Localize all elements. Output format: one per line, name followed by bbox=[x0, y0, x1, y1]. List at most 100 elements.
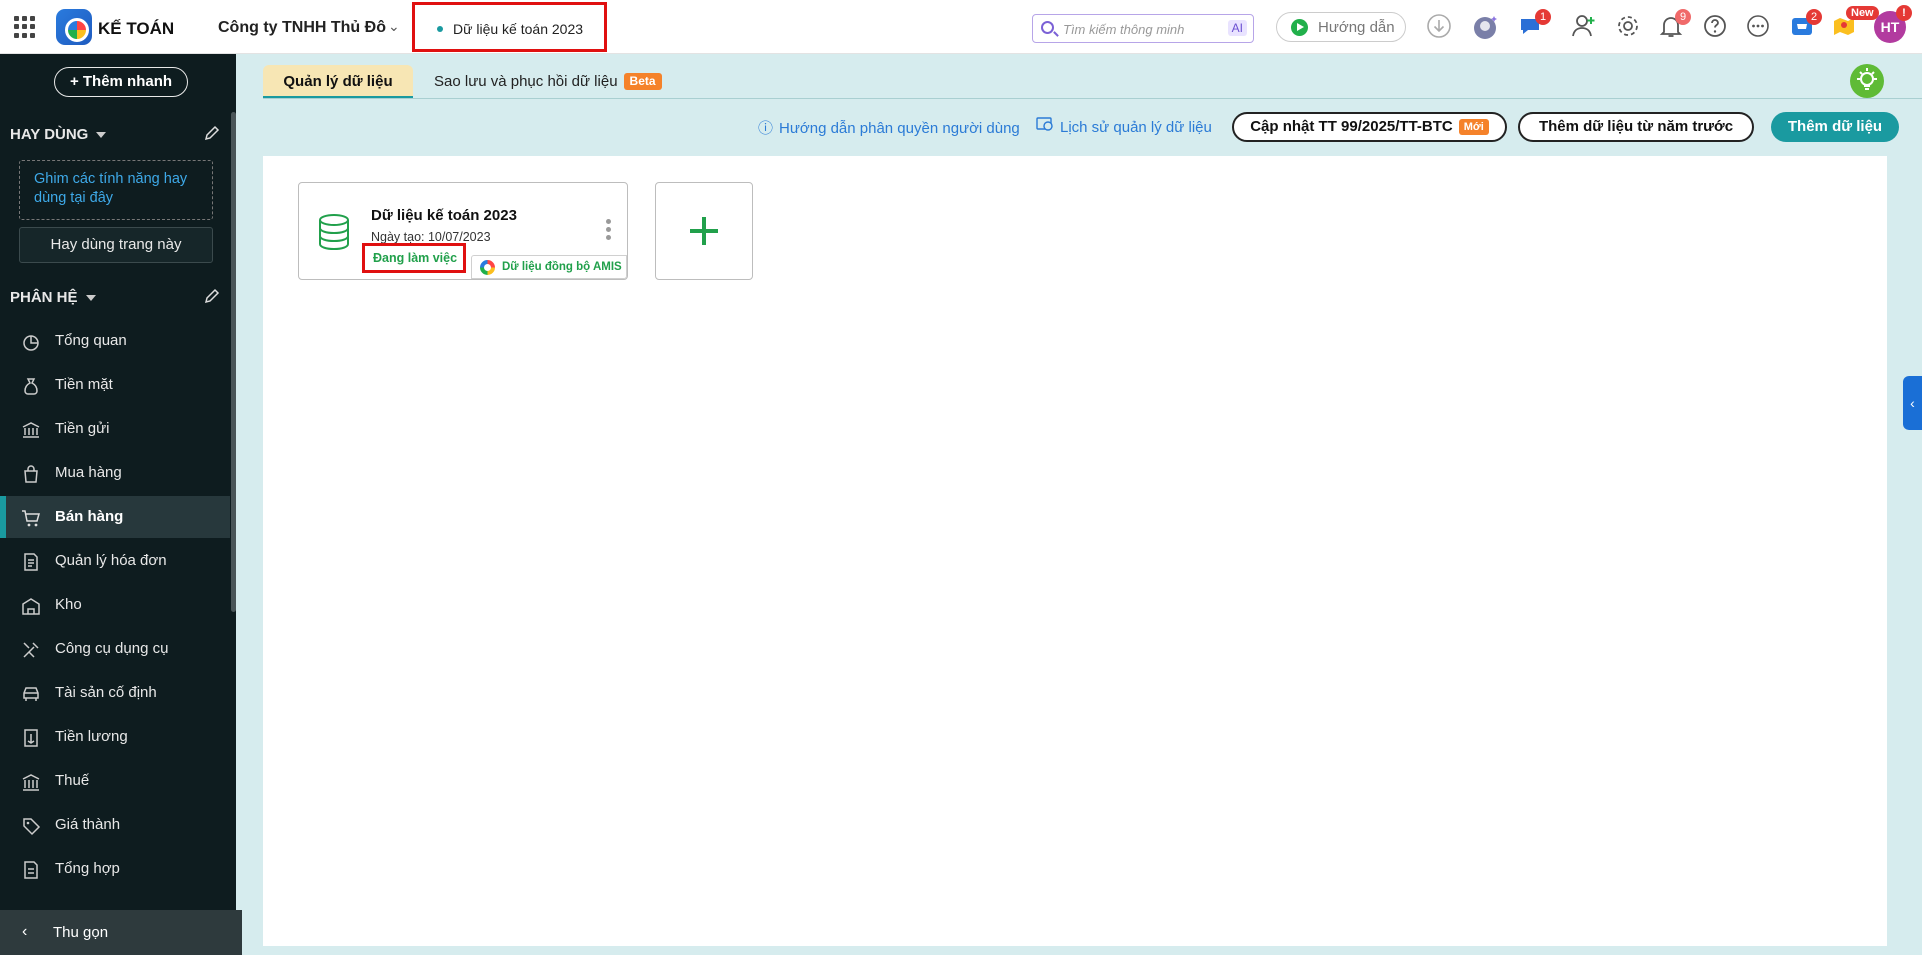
new-tag: Mới bbox=[1458, 119, 1489, 135]
sidebar-item-label: Tiền gửi bbox=[55, 420, 110, 437]
sidebar-item-warehouse[interactable]: Kho bbox=[0, 584, 230, 626]
history-icon bbox=[1036, 117, 1054, 136]
chevron-down-icon[interactable]: ⌄ bbox=[388, 18, 400, 35]
company-selector[interactable]: Công ty TNHH Thủ Đô bbox=[218, 19, 386, 37]
edit-pencil-icon[interactable] bbox=[203, 287, 221, 305]
caret-down-icon bbox=[96, 132, 107, 139]
modules-title: PHÂN HỆ bbox=[10, 289, 78, 306]
sidebar-item-label: Giá thành bbox=[55, 816, 121, 833]
permission-guide-link[interactable]: ⓘ Hướng dẫn phân quyền người dùng bbox=[758, 117, 1020, 138]
update-circular-label: Cập nhật TT 99/2025/TT-BTC bbox=[1250, 118, 1453, 135]
sidebar-scrollbar[interactable] bbox=[231, 112, 236, 612]
favorites-section-toggle[interactable]: HAY DÙNG bbox=[10, 126, 107, 143]
favorites-title: HAY DÙNG bbox=[10, 126, 89, 143]
sidebar-item-deposits[interactable]: Tiền gửi bbox=[0, 408, 230, 450]
sidebar-item-payroll[interactable]: Tiền lương bbox=[0, 716, 230, 758]
brand-logo[interactable] bbox=[56, 9, 92, 45]
bank-icon bbox=[21, 420, 41, 440]
data-history-label: Lịch sử quản lý dữ liệu bbox=[1060, 119, 1212, 136]
edit-pencil-icon[interactable] bbox=[203, 124, 221, 142]
sidebar-item-label: Bán hàng bbox=[55, 508, 124, 525]
data-card[interactable]: Dữ liệu kế toán 2023 Ngày tạo: 10/07/202… bbox=[298, 182, 628, 280]
shopping-cart-icon[interactable]: 2 bbox=[1788, 9, 1822, 41]
assistant-avatar-icon[interactable] bbox=[1472, 13, 1500, 41]
search-icon bbox=[1041, 21, 1054, 34]
more-options-icon[interactable] bbox=[1744, 13, 1772, 41]
tab-backup-restore[interactable]: Sao lưu và phục hồi dữ liệu Beta bbox=[434, 65, 662, 99]
pin-features-hint: Ghim các tính năng hay dùng tại đây bbox=[19, 160, 213, 220]
working-status: Đang làm việc bbox=[373, 251, 458, 265]
add-data-button[interactable]: Thêm dữ liệu bbox=[1771, 112, 1899, 142]
settings-gear-icon[interactable] bbox=[1614, 13, 1642, 41]
sidebar-item-tools[interactable]: Công cụ dụng cụ bbox=[0, 628, 230, 670]
pie-chart-icon bbox=[21, 332, 41, 352]
new-badge: New bbox=[1846, 6, 1879, 20]
tab-data-management[interactable]: Quản lý dữ liệu bbox=[263, 65, 413, 99]
chat-badge: 1 bbox=[1535, 9, 1551, 25]
play-icon bbox=[1291, 19, 1308, 36]
side-panel-toggle[interactable]: ‹ bbox=[1903, 376, 1922, 430]
more-vertical-icon[interactable] bbox=[606, 219, 612, 245]
car-icon bbox=[21, 684, 41, 704]
sidebar-item-fixed-assets[interactable]: Tài sản cố định bbox=[0, 672, 230, 714]
sidebar-item-tax[interactable]: Thuế bbox=[0, 760, 230, 802]
money-bag-icon bbox=[21, 376, 41, 396]
download-icon[interactable] bbox=[1425, 13, 1453, 41]
collapse-label: Thu gọn bbox=[53, 924, 109, 941]
sidebar-item-purchasing[interactable]: Mua hàng bbox=[0, 452, 230, 494]
top-bar: KẾ TOÁN Công ty TNHH Thủ Đô ⌄ Dữ liệu kế… bbox=[0, 0, 1922, 54]
amis-sync-label: Dữ liệu đồng bộ AMIS bbox=[502, 261, 622, 273]
update-circular-button[interactable]: Cập nhật TT 99/2025/TT-BTC Mới bbox=[1232, 112, 1507, 142]
modules-section-toggle[interactable]: PHÂN HỆ bbox=[10, 289, 96, 306]
avatar-alert-badge: ! bbox=[1896, 5, 1912, 21]
sidebar-item-invoices[interactable]: Quản lý hóa đơn bbox=[0, 540, 230, 582]
database-icon bbox=[317, 213, 351, 256]
sidebar-item-label: Thuế bbox=[55, 772, 90, 789]
sidebar-item-summary[interactable]: Tổng hợp bbox=[0, 848, 230, 890]
brand-name: KẾ TOÁN bbox=[98, 19, 175, 38]
notification-bell-icon[interactable]: 9 bbox=[1657, 9, 1691, 41]
sidebar-item-costing[interactable]: Giá thành bbox=[0, 804, 230, 846]
plus-icon-bar bbox=[690, 229, 718, 233]
status-dot-icon bbox=[437, 26, 443, 32]
card-created-date: Ngày tạo: 10/07/2023 bbox=[371, 230, 491, 244]
data-history-link[interactable]: Lịch sử quản lý dữ liệu bbox=[1036, 117, 1212, 136]
caret-down-icon bbox=[85, 295, 96, 302]
amis-logo-icon bbox=[480, 260, 495, 275]
ai-badge: AI bbox=[1227, 20, 1247, 36]
sidebar-item-label: Mua hàng bbox=[55, 464, 122, 481]
add-data-card[interactable] bbox=[655, 182, 753, 280]
smart-search-input[interactable]: Tìm kiếm thông minh AI bbox=[1032, 14, 1254, 43]
sidebar-item-label: Tổng quan bbox=[55, 332, 127, 349]
working-status-highlight: Đang làm việc bbox=[362, 243, 466, 273]
avatar-initials: HT bbox=[1880, 19, 1900, 35]
help-circle-icon: ⓘ bbox=[758, 120, 774, 137]
quick-add-button[interactable]: + Thêm nhanh bbox=[54, 67, 188, 97]
app-grid-icon[interactable] bbox=[14, 16, 36, 38]
lightbulb-icon[interactable] bbox=[1850, 64, 1884, 98]
sidebar-item-label: Tài sản cố định bbox=[55, 684, 157, 701]
notification-badge: 9 bbox=[1675, 9, 1691, 25]
cart-icon bbox=[21, 508, 41, 528]
shopping-bag-icon bbox=[21, 464, 41, 484]
add-from-previous-year-button[interactable]: Thêm dữ liệu từ năm trước bbox=[1518, 112, 1754, 142]
sidebar-item-sales[interactable]: Bán hàng bbox=[0, 496, 230, 538]
sidebar-item-label: Công cụ dụng cụ bbox=[55, 640, 169, 657]
sidebar-item-overview[interactable]: Tổng quan bbox=[0, 320, 230, 362]
sidebar-item-label: Tổng hợp bbox=[55, 860, 120, 877]
tools-icon bbox=[21, 640, 41, 660]
help-icon[interactable] bbox=[1701, 13, 1729, 41]
pin-this-page-button[interactable]: Hay dùng trang này bbox=[19, 227, 213, 263]
add-user-icon[interactable] bbox=[1570, 13, 1598, 41]
card-title: Dữ liệu kế toán 2023 bbox=[371, 207, 517, 224]
chevron-left-icon: ‹ bbox=[22, 923, 28, 940]
collapse-sidebar-button[interactable]: ‹ Thu gọn bbox=[0, 910, 242, 955]
chat-icon[interactable]: 1 bbox=[1517, 9, 1551, 41]
guide-button[interactable]: Hướng dẫn bbox=[1276, 12, 1406, 42]
current-database-selector[interactable]: Dữ liệu kế toán 2023 bbox=[412, 2, 607, 52]
sidebar-item-label: Quản lý hóa đơn bbox=[55, 552, 167, 569]
invoice-icon bbox=[21, 552, 41, 572]
tab-divider bbox=[263, 98, 1922, 99]
user-avatar[interactable]: HT ! bbox=[1874, 5, 1912, 43]
sidebar-item-cash[interactable]: Tiền mặt bbox=[0, 364, 230, 406]
